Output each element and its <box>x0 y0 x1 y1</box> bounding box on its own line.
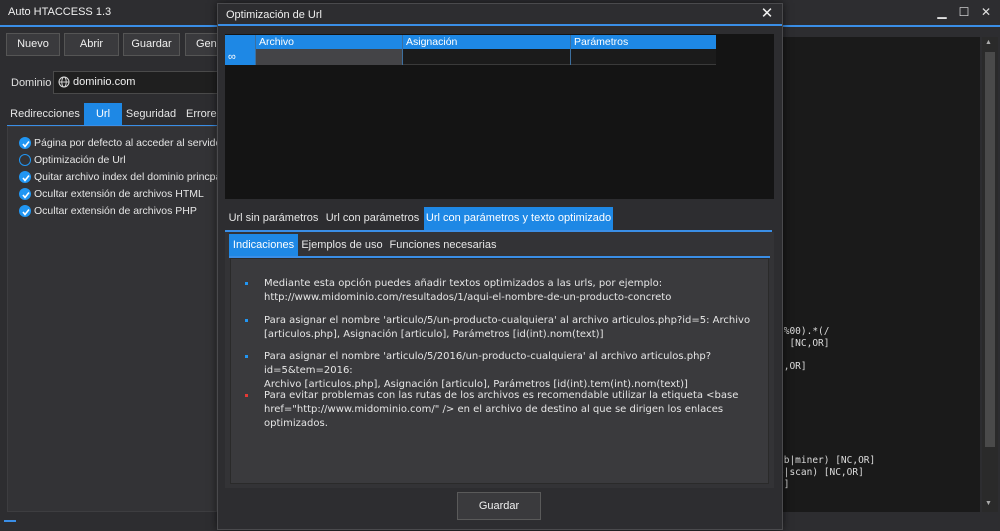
bullet-icon <box>245 319 248 322</box>
column-header-archivo[interactable]: Archivo <box>259 36 294 48</box>
close-window-icon[interactable]: ✕ <box>976 4 996 20</box>
option-label: Ocultar extensión de archivos PHP <box>34 205 197 217</box>
tab-errores[interactable]: Errores <box>181 103 217 125</box>
app-title: Auto HTACCESS 1.3 <box>8 6 112 18</box>
paragraph: Mediante esta opción puedes añadir texto… <box>264 278 672 303</box>
new-row-marker: ∞ <box>225 49 255 65</box>
tab-url-con-parametros[interactable]: Url con parámetros <box>323 207 422 230</box>
code-line: |%00).*(/ <box>778 326 830 337</box>
globe-icon <box>58 76 70 91</box>
checkbox-optimizacion-url[interactable] <box>19 154 31 166</box>
options-panel <box>7 126 217 512</box>
nuevo-button[interactable]: Nuevo <box>6 33 60 56</box>
grid-cell-parametros[interactable] <box>570 49 716 65</box>
grid-cell-asignacion[interactable] <box>402 49 570 65</box>
option-label: Página por defecto al acceder al servido… <box>34 137 225 149</box>
grid-cell-archivo[interactable] <box>256 49 402 65</box>
paragraph: Para evitar problemas con las rutas de l… <box>264 390 739 429</box>
scroll-down-icon[interactable]: ▼ <box>985 500 992 507</box>
domain-value: dominio.com <box>73 76 136 88</box>
code-line: ) [NC,OR] <box>778 338 830 349</box>
checkbox-quitar-index[interactable] <box>19 171 31 183</box>
column-header-parametros[interactable]: Parámetros <box>574 36 628 48</box>
tab-indicaciones[interactable]: Indicaciones <box>229 234 298 256</box>
close-icon[interactable]: ✕ <box>760 6 774 22</box>
tab-funciones-necesarias[interactable]: Funciones necesarias <box>387 234 499 256</box>
column-separator <box>255 35 256 65</box>
code-line: ab|miner) [NC,OR] <box>778 455 876 466</box>
option-label: Optimización de Url <box>34 154 126 166</box>
save-button[interactable]: Guardar <box>457 492 541 520</box>
paragraph: Para asignar el nombre 'articulo/5/un-pr… <box>264 315 751 340</box>
tab-url-texto-optimizado[interactable]: Url con parámetros y texto optimizado <box>424 207 613 230</box>
scroll-up-icon[interactable]: ▲ <box>985 39 992 46</box>
dialog-accent-line <box>218 24 782 26</box>
tab-ejemplos-uso[interactable]: Ejemplos de uso <box>300 234 384 256</box>
status-accent <box>4 520 16 522</box>
guardar-button[interactable]: Guardar <box>123 33 180 56</box>
bullet-icon <box>245 282 248 285</box>
dialog-title: Optimización de Url <box>226 9 322 21</box>
scroll-thumb[interactable] <box>985 52 995 447</box>
abrir-button[interactable]: Abrir <box>64 33 119 56</box>
grid-header <box>225 35 716 49</box>
checkbox-pagina-defecto[interactable] <box>19 137 31 149</box>
bullet-icon <box>245 355 248 358</box>
code-line: o|scan) [NC,OR] <box>778 467 864 478</box>
checkbox-ocultar-php[interactable] <box>19 205 31 217</box>
code-editor[interactable] <box>782 37 980 512</box>
tab-url[interactable]: Url <box>84 103 122 125</box>
maximize-icon[interactable]: ☐ <box>954 4 974 20</box>
domain-label: Dominio <box>11 77 52 89</box>
column-header-asignacion[interactable]: Asignación <box>406 36 457 48</box>
column-separator <box>570 35 571 65</box>
tab-url-sin-parametros[interactable]: Url sin parámetros <box>225 207 322 230</box>
tab-seguridad[interactable]: Seguridad <box>124 103 178 125</box>
option-label: Ocultar extensión de archivos HTML <box>34 188 204 200</box>
tab-redirecciones[interactable]: Redirecciones <box>7 103 83 125</box>
column-separator <box>402 35 403 65</box>
minimize-icon[interactable]: ▁ <box>932 4 952 20</box>
checkbox-ocultar-html[interactable] <box>19 188 31 200</box>
paragraph: Para asignar el nombre 'articulo/5/2016/… <box>264 351 712 390</box>
option-label: Quitar archivo index del dominio princpa… <box>34 171 224 183</box>
warning-bullet-icon <box>245 394 248 397</box>
